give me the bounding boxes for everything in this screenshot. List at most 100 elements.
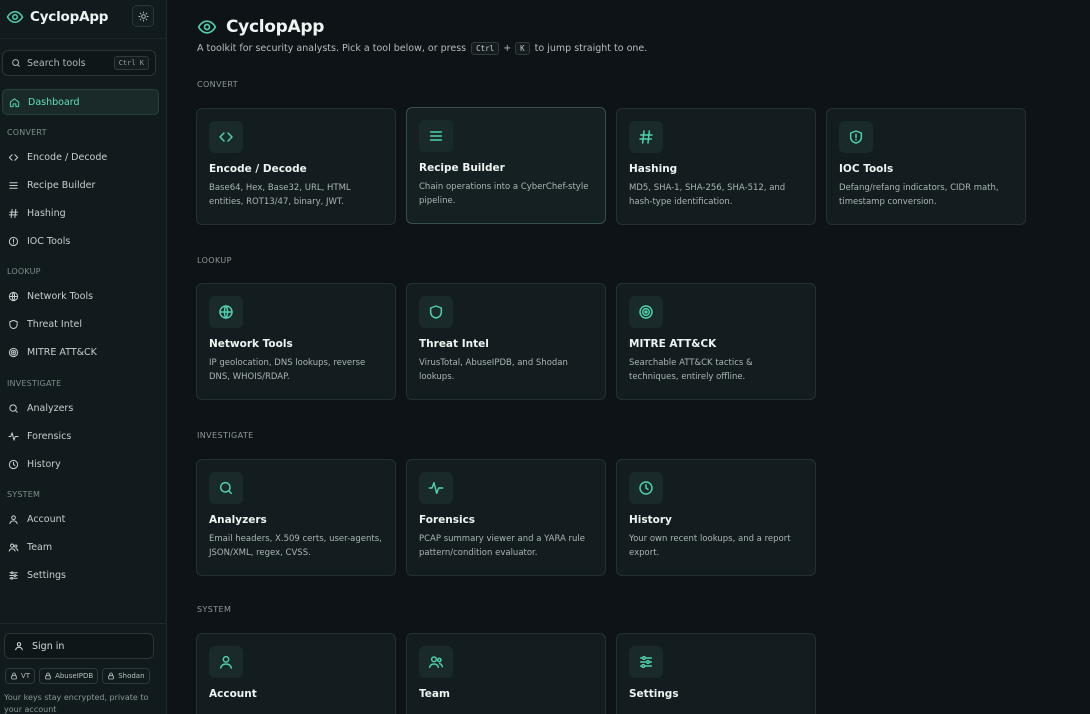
- sidebar-item-settings[interactable]: Settings: [2, 562, 159, 588]
- card-description: PCAP summary viewer and a YARA rule patt…: [419, 534, 586, 558]
- card-title: Network Tools: [209, 338, 293, 350]
- tool-card-history[interactable]: History Your own recent lookups, and a r…: [616, 459, 816, 576]
- card-description: Chain operations into a CyberChef-style …: [419, 182, 589, 206]
- tool-card-ioc-tools[interactable]: IOC Tools Defang/refang indicators, CIDR…: [826, 108, 1026, 225]
- theme-toggle-button[interactable]: [132, 5, 154, 27]
- key-chip-abuseipdb[interactable]: AbuseIPDB: [39, 668, 99, 684]
- clock-icon: [629, 472, 663, 504]
- tool-card-analyzers[interactable]: Analyzers Email headers, X.509 certs, us…: [196, 459, 396, 576]
- divider: [0, 623, 166, 624]
- search-icon: [8, 403, 19, 414]
- page-title: CyclopApp: [226, 17, 325, 37]
- shield-icon: [8, 319, 19, 330]
- sidebar-item-label: Analyzers: [27, 402, 74, 414]
- card-description: Email headers, X.509 certs, user-agents,…: [209, 534, 382, 558]
- page-subtitle: A toolkit for security analysts. Pick a …: [197, 42, 647, 55]
- sidebar-item-label: History: [27, 458, 61, 470]
- card-description: Searchable ATT&CK tactics & techniques, …: [629, 358, 753, 382]
- key-chip-shodan[interactable]: Shodan: [102, 668, 150, 684]
- tool-card-threat-intel[interactable]: Threat Intel VirusTotal, AbuseIPDB, and …: [406, 283, 606, 400]
- users-icon: [8, 542, 19, 553]
- sidebar-item-label: Forensics: [27, 430, 72, 442]
- sidebar-item-label: Network Tools: [27, 290, 94, 302]
- lock-icon: [107, 672, 115, 680]
- tool-card-network-tools[interactable]: Network Tools IP geolocation, DNS lookup…: [196, 283, 396, 400]
- sidebar-item-dashboard[interactable]: Dashboard: [2, 89, 159, 115]
- tool-card-recipe-builder[interactable]: Recipe Builder Chain operations into a C…: [406, 107, 606, 224]
- card-title: Forensics: [419, 514, 476, 526]
- sliders-icon: [629, 646, 663, 678]
- sidebar-item-recipe-builder[interactable]: Recipe Builder: [2, 172, 159, 198]
- sidebar-item-label: Team: [27, 541, 53, 553]
- sidebar-item-label: IOC Tools: [27, 235, 71, 247]
- sidebar-item-label: Encode / Decode: [27, 151, 108, 163]
- sign-in-label: Sign in: [32, 640, 65, 652]
- sliders-icon: [8, 570, 19, 581]
- home-icon: [9, 97, 20, 108]
- sidebar-item-mitre-attack[interactable]: MITRE ATT&CK: [2, 339, 159, 365]
- menu-icon: [419, 120, 453, 152]
- sidebar-item-label: Recipe Builder: [27, 179, 96, 191]
- subtitle-text: A toolkit for security analysts. Pick a …: [197, 43, 467, 54]
- tool-card-forensics[interactable]: Forensics PCAP summary viewer and a YARA…: [406, 459, 606, 576]
- sidebar-section-lookup: LOOKUP: [7, 267, 41, 276]
- sidebar-item-threat-intel[interactable]: Threat Intel: [2, 311, 159, 337]
- card-title: Hashing: [629, 163, 678, 175]
- card-title: Encode / Decode: [209, 163, 307, 175]
- sidebar-section-convert: CONVERT: [7, 128, 47, 137]
- keys-note: Your keys stay encrypted, private to you…: [4, 693, 149, 714]
- sidebar-section-system: SYSTEM: [7, 490, 41, 499]
- tool-card-encode-decode[interactable]: Encode / Decode Base64, Hex, Base32, URL…: [196, 108, 396, 225]
- tool-card-account[interactable]: Account: [196, 633, 396, 714]
- globe-icon: [8, 291, 19, 302]
- sidebar-item-label: Dashboard: [28, 96, 80, 108]
- shield-icon: [419, 296, 453, 328]
- hash-icon: [629, 121, 663, 153]
- key-chip-label: Shodan: [118, 672, 145, 680]
- sidebar-item-account[interactable]: Account: [2, 506, 159, 532]
- shield-alert-icon: [839, 121, 873, 153]
- hash-icon: [8, 208, 19, 219]
- target-icon: [8, 347, 19, 358]
- sidebar-item-label: Threat Intel: [27, 318, 82, 330]
- search-label: Search tools: [27, 57, 86, 69]
- search-icon: [209, 472, 243, 504]
- sidebar-item-team[interactable]: Team: [2, 534, 159, 560]
- sidebar-item-label: MITRE ATT&CK: [27, 346, 97, 358]
- sidebar-item-network-tools[interactable]: Network Tools: [2, 283, 159, 309]
- eye-icon: [197, 17, 217, 37]
- tool-card-hashing[interactable]: Hashing MD5, SHA-1, SHA-256, SHA-512, an…: [616, 108, 816, 225]
- sun-icon: [137, 10, 149, 22]
- subtitle-text-end: to jump straight to one.: [534, 43, 648, 54]
- search-shortcut: Ctrl K: [113, 56, 149, 70]
- card-description: Defang/refang indicators, CIDR math, tim…: [839, 183, 999, 207]
- card-title: Account: [209, 688, 257, 700]
- sidebar-item-ioc-tools[interactable]: IOC Tools: [2, 228, 159, 254]
- tool-card-team[interactable]: Team: [406, 633, 606, 714]
- sidebar-item-hashing[interactable]: Hashing: [2, 200, 159, 226]
- card-title: Recipe Builder: [419, 162, 505, 174]
- divider: [0, 38, 166, 39]
- section-heading-investigate: INVESTIGATE: [197, 431, 254, 440]
- card-title: Settings: [629, 688, 679, 700]
- section-heading-lookup: LOOKUP: [197, 256, 232, 265]
- code-icon: [8, 152, 19, 163]
- brand-name: CyclopApp: [30, 9, 109, 25]
- clock-icon: [8, 459, 19, 470]
- user-icon: [209, 646, 243, 678]
- sidebar-item-analyzers[interactable]: Analyzers: [2, 395, 159, 421]
- kbd-ctrl: Ctrl: [471, 42, 500, 55]
- sidebar-item-forensics[interactable]: Forensics: [2, 423, 159, 449]
- card-description: Base64, Hex, Base32, URL, HTML entities,…: [209, 183, 351, 207]
- code-icon: [209, 121, 243, 153]
- sign-in-button[interactable]: Sign in: [4, 633, 154, 659]
- tool-card-settings[interactable]: Settings: [616, 633, 816, 714]
- sidebar-item-history[interactable]: History: [2, 451, 159, 477]
- globe-icon: [209, 296, 243, 328]
- key-chip-vt[interactable]: VT: [5, 668, 36, 684]
- search-tools-button[interactable]: Search tools Ctrl K: [2, 50, 156, 76]
- kbd-k: K: [515, 42, 530, 55]
- lock-icon: [10, 672, 18, 680]
- sidebar-item-encode-decode[interactable]: Encode / Decode: [2, 144, 159, 170]
- tool-card-mitre-attack[interactable]: MITRE ATT&CK Searchable ATT&CK tactics &…: [616, 283, 816, 400]
